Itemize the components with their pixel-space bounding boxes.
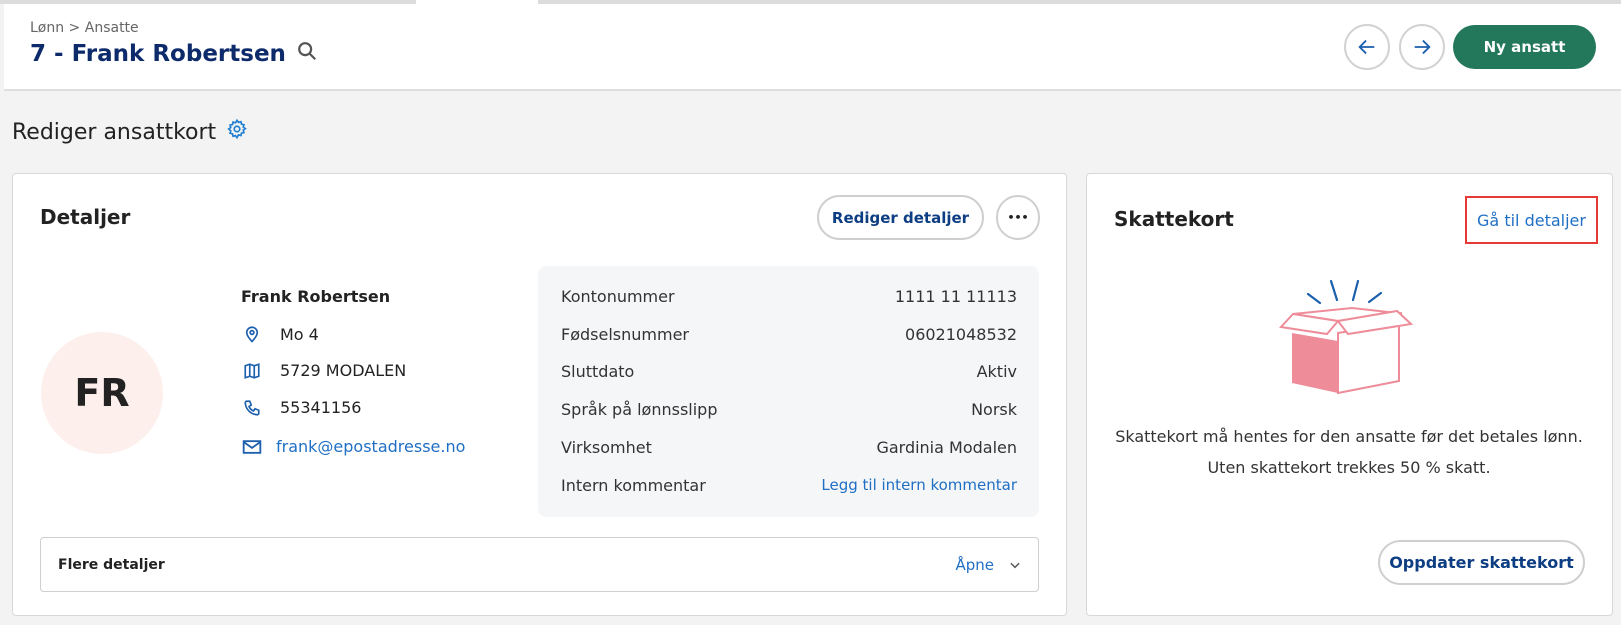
search-icon[interactable] [296, 40, 318, 68]
field-label: Intern kommentar [561, 476, 706, 495]
map-icon [241, 362, 263, 380]
taxcard-heading: Skattekort [1114, 207, 1234, 231]
more-options-button[interactable]: ••• [996, 195, 1040, 240]
taxcard-message: Skattekort må hentes for den ansatte før… [1115, 427, 1583, 477]
field-row: Sluttdato Aktiv [561, 362, 1017, 381]
avatar: FR [41, 332, 163, 454]
field-label: Virksomhet [561, 438, 652, 457]
field-row: Kontonummer 1111 11 11113 [561, 287, 1017, 306]
open-link[interactable]: Åpne [955, 556, 994, 574]
phone-row: 55341156 [241, 398, 361, 417]
address-row: Mo 4 [241, 324, 319, 344]
postal-row: 5729 MODALEN [241, 361, 406, 380]
more-details-accordion[interactable]: Flere detaljer Åpne [40, 537, 1039, 592]
next-employee-button[interactable] [1399, 24, 1445, 70]
chevron-down-icon [1010, 562, 1020, 568]
field-value: 06021048532 [905, 325, 1017, 344]
field-label: Fødselsnummer [561, 325, 689, 344]
update-taxcard-button[interactable]: Oppdater skattekort [1378, 540, 1585, 585]
breadcrumb[interactable]: Lønn > Ansatte [30, 20, 139, 36]
field-row: Språk på lønnsslipp Norsk [561, 400, 1017, 419]
go-to-details-label: Gå til detaljer [1477, 210, 1586, 230]
employee-name: Frank Robertsen [241, 287, 391, 306]
field-label: Språk på lønnsslipp [561, 400, 718, 419]
edit-details-button[interactable]: Rediger detaljer [817, 195, 984, 240]
field-row: Virksomhet Gardinia Modalen [561, 438, 1017, 457]
email-row: frank@epostadresse.no [241, 437, 465, 456]
postal-address: 5729 MODALEN [280, 361, 407, 380]
email-link[interactable]: frank@epostadresse.no [276, 437, 465, 456]
address: Mo 4 [280, 324, 319, 344]
employee-title: 7 - Frank Robertsen [30, 41, 286, 67]
field-label: Kontonummer [561, 287, 675, 306]
field-value: 1111 11 11113 [894, 287, 1017, 306]
go-to-details-link[interactable]: Gå til detaljer [1465, 196, 1598, 244]
field-label: Sluttdato [561, 362, 635, 381]
more-details-label: Flere detaljer [58, 556, 165, 573]
field-row: Intern kommentar Legg til intern kommenta… [561, 476, 1017, 495]
gear-icon[interactable] [226, 118, 248, 146]
new-employee-button[interactable]: Ny ansatt [1453, 25, 1596, 69]
page-title: Rediger ansattkort [12, 119, 217, 145]
arrow-right-icon [1414, 39, 1431, 55]
field-value: Aktiv [976, 362, 1017, 381]
phone-number: 55341156 [280, 398, 362, 417]
arrow-left-icon [1358, 39, 1375, 55]
add-comment-link[interactable]: Legg til intern kommentar [821, 476, 1017, 495]
page-title-row: Rediger ansattkort [12, 118, 248, 146]
field-row: Fødselsnummer 06021048532 [561, 325, 1017, 344]
field-value: Norsk [971, 400, 1017, 419]
mail-icon [241, 439, 263, 455]
location-pin-icon [241, 324, 263, 344]
details-heading: Detaljer [40, 205, 131, 229]
field-value: Gardinia Modalen [876, 438, 1017, 457]
page-header-title: 7 - Frank Robertsen [30, 40, 318, 68]
empty-box-illustration [1279, 279, 1414, 395]
previous-employee-button[interactable] [1344, 24, 1390, 70]
phone-icon [241, 399, 263, 417]
